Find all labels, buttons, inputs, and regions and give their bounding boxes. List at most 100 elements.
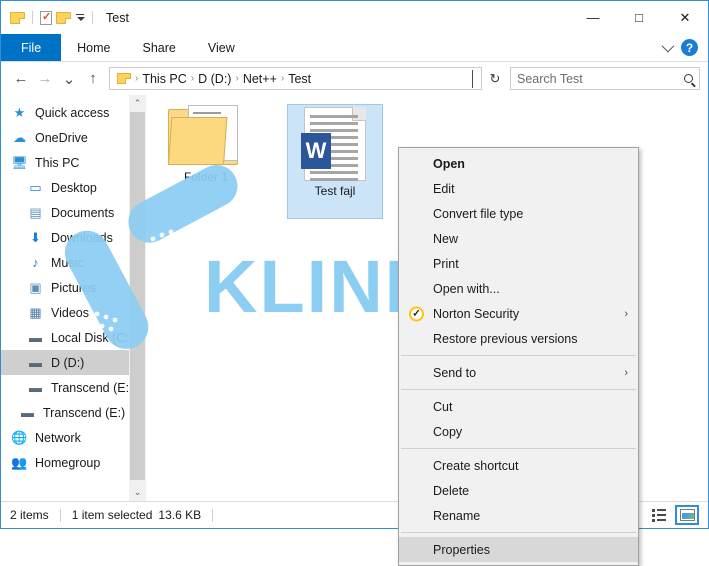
- back-button[interactable]: ←: [9, 67, 33, 91]
- sidebar-item-label: Documents: [51, 206, 114, 220]
- breadcrumb-item-d-drive[interactable]: D (D:): [195, 72, 234, 86]
- scroll-up-icon[interactable]: ⌃: [129, 95, 146, 112]
- details-view-button[interactable]: [647, 505, 671, 525]
- details-view-icon: [652, 509, 666, 522]
- tab-view[interactable]: View: [192, 34, 251, 61]
- sidebar-item-label: Pictures: [51, 281, 96, 295]
- breadcrumb-item-this-pc[interactable]: This PC: [139, 72, 189, 86]
- sidebar-item-label: This PC: [35, 156, 79, 170]
- sidebar-item-homegroup[interactable]: 👥 Homegroup: [1, 450, 146, 475]
- sidebar-item-label: Downloads: [51, 231, 113, 245]
- list-item[interactable]: W Test fajl: [287, 107, 383, 200]
- menu-item-label: Copy: [433, 425, 462, 439]
- breadcrumb-item-test[interactable]: Test: [285, 72, 314, 86]
- sidebar-item-label: Homegroup: [35, 456, 100, 470]
- menu-item-norton-security[interactable]: ✓Norton Security›: [399, 301, 638, 326]
- menu-item-cut[interactable]: Cut: [399, 394, 638, 419]
- word-document-icon: W: [287, 107, 383, 181]
- tab-file[interactable]: File: [1, 34, 61, 61]
- navigation-scrollbar[interactable]: ⌃ ⌄: [129, 95, 146, 501]
- divider: [92, 11, 93, 24]
- menu-item-new[interactable]: New: [399, 226, 638, 251]
- divider: [32, 11, 33, 24]
- breadcrumb-dropdown-icon[interactable]: [472, 70, 477, 88]
- menu-item-open-with[interactable]: Open with...: [399, 276, 638, 301]
- breadcrumb[interactable]: › This PC › D (D:) › Net++ › Test: [109, 67, 482, 90]
- sidebar-item-d-d[interactable]: ▬D (D:): [1, 350, 146, 375]
- menu-item-label: Edit: [433, 182, 455, 196]
- menu-item-convert-file-type[interactable]: Convert file type: [399, 201, 638, 226]
- videos-icon: ▦: [27, 305, 44, 321]
- drive-icon: ▬: [19, 405, 36, 421]
- list-item-label: Test fajl: [312, 183, 359, 199]
- folder-icon[interactable]: [10, 12, 25, 24]
- maximize-button[interactable]: □: [616, 1, 662, 34]
- menu-item-edit[interactable]: Edit: [399, 176, 638, 201]
- list-item[interactable]: W Folder 1: [158, 105, 254, 186]
- sidebar-item-network[interactable]: 🌐Network: [1, 425, 146, 450]
- sidebar-item-music[interactable]: ♪ Music: [1, 250, 146, 275]
- menu-item-copy[interactable]: Copy: [399, 419, 638, 444]
- minimize-button[interactable]: —: [570, 1, 616, 34]
- sidebar-item-downloads[interactable]: ⬇Downloads: [1, 225, 146, 250]
- search-input[interactable]: Search Test: [510, 67, 700, 90]
- quick-access-dropdown-icon[interactable]: [75, 14, 85, 22]
- menu-item-label: Send to: [433, 366, 476, 380]
- divider: [60, 509, 61, 522]
- sidebar-item-local-disk-c[interactable]: ▬ Local Disk (C:): [1, 325, 146, 350]
- sidebar-item-label: Transcend (E:): [43, 406, 125, 420]
- window-controls: — □ ✕: [570, 1, 708, 34]
- homegroup-icon: 👥: [11, 455, 28, 471]
- recent-locations-button[interactable]: ⌄: [57, 67, 81, 91]
- menu-item-label: Norton Security: [433, 307, 519, 321]
- menu-item-send-to[interactable]: Send to›: [399, 360, 638, 385]
- divider: [212, 509, 213, 522]
- menu-item-properties[interactable]: Properties: [399, 537, 638, 562]
- navigation-pane: ★Quick access☁OneDrive🖥This PC▭Desktop ▤ D…: [1, 95, 146, 501]
- sidebar-item-pictures[interactable]: ▣Pictures: [1, 275, 146, 300]
- sidebar-item-quick-access[interactable]: ★Quick access: [1, 100, 146, 125]
- forward-button[interactable]: →: [33, 67, 57, 91]
- sidebar-item-videos[interactable]: ▦Videos: [1, 300, 146, 325]
- sidebar-item-this-pc[interactable]: 🖥This PC: [1, 150, 146, 175]
- tab-home[interactable]: Home: [61, 34, 126, 61]
- menu-item-label: Cut: [433, 400, 452, 414]
- drive-icon: ▬: [27, 330, 44, 346]
- chevron-down-icon[interactable]: [662, 40, 675, 53]
- sidebar-item-label: D (D:): [51, 356, 84, 370]
- sidebar-item-label: Transcend (E:): [51, 381, 133, 395]
- large-icons-view-button[interactable]: [675, 505, 699, 525]
- search-icon: [684, 74, 693, 83]
- properties-icon[interactable]: [40, 11, 52, 25]
- sidebar-item-documents[interactable]: ▤ Documents: [1, 200, 146, 225]
- sidebar-item-transcend-e[interactable]: ▬Transcend (E:): [1, 375, 146, 400]
- menu-item-label: Create shortcut: [433, 459, 518, 473]
- menu-item-restore-previous-versions[interactable]: Restore previous versions: [399, 326, 638, 351]
- scroll-down-icon[interactable]: ⌄: [129, 484, 146, 501]
- star-icon: ★: [11, 105, 28, 121]
- menu-item-create-shortcut[interactable]: Create shortcut: [399, 453, 638, 478]
- menu-item-delete[interactable]: Delete: [399, 478, 638, 503]
- sidebar-item-transcend-e[interactable]: ▬ Transcend (E:): [1, 400, 146, 425]
- documents-icon: ▤: [27, 205, 44, 221]
- music-icon: ♪: [27, 255, 44, 271]
- refresh-button[interactable]: ↻: [484, 67, 506, 90]
- menu-item-open[interactable]: Open: [399, 151, 638, 176]
- sidebar-item-onedrive[interactable]: ☁OneDrive: [1, 125, 146, 150]
- up-button[interactable]: ↑: [81, 67, 105, 91]
- sidebar-item-label: Music: [51, 256, 84, 270]
- new-folder-icon[interactable]: [56, 12, 71, 24]
- menu-item-rename[interactable]: Rename: [399, 503, 638, 528]
- close-button[interactable]: ✕: [662, 1, 708, 34]
- ribbon-tab-bar: File Home Share View ?: [1, 34, 708, 62]
- desktop-icon: ▭: [27, 180, 44, 196]
- sidebar-item-label: Local Disk (C:): [51, 331, 133, 345]
- sidebar-item-desktop[interactable]: ▭Desktop: [1, 175, 146, 200]
- context-menu[interactable]: Open Edit Convert file typeNewPrintOpen wi…: [398, 147, 639, 566]
- help-icon[interactable]: ?: [681, 39, 698, 56]
- menu-item-print[interactable]: Print: [399, 251, 638, 276]
- breadcrumb-item-netpp[interactable]: Net++: [240, 72, 280, 86]
- tab-share[interactable]: Share: [127, 34, 192, 61]
- quick-access-toolbar: [1, 11, 96, 25]
- scrollbar-thumb[interactable]: [130, 112, 145, 480]
